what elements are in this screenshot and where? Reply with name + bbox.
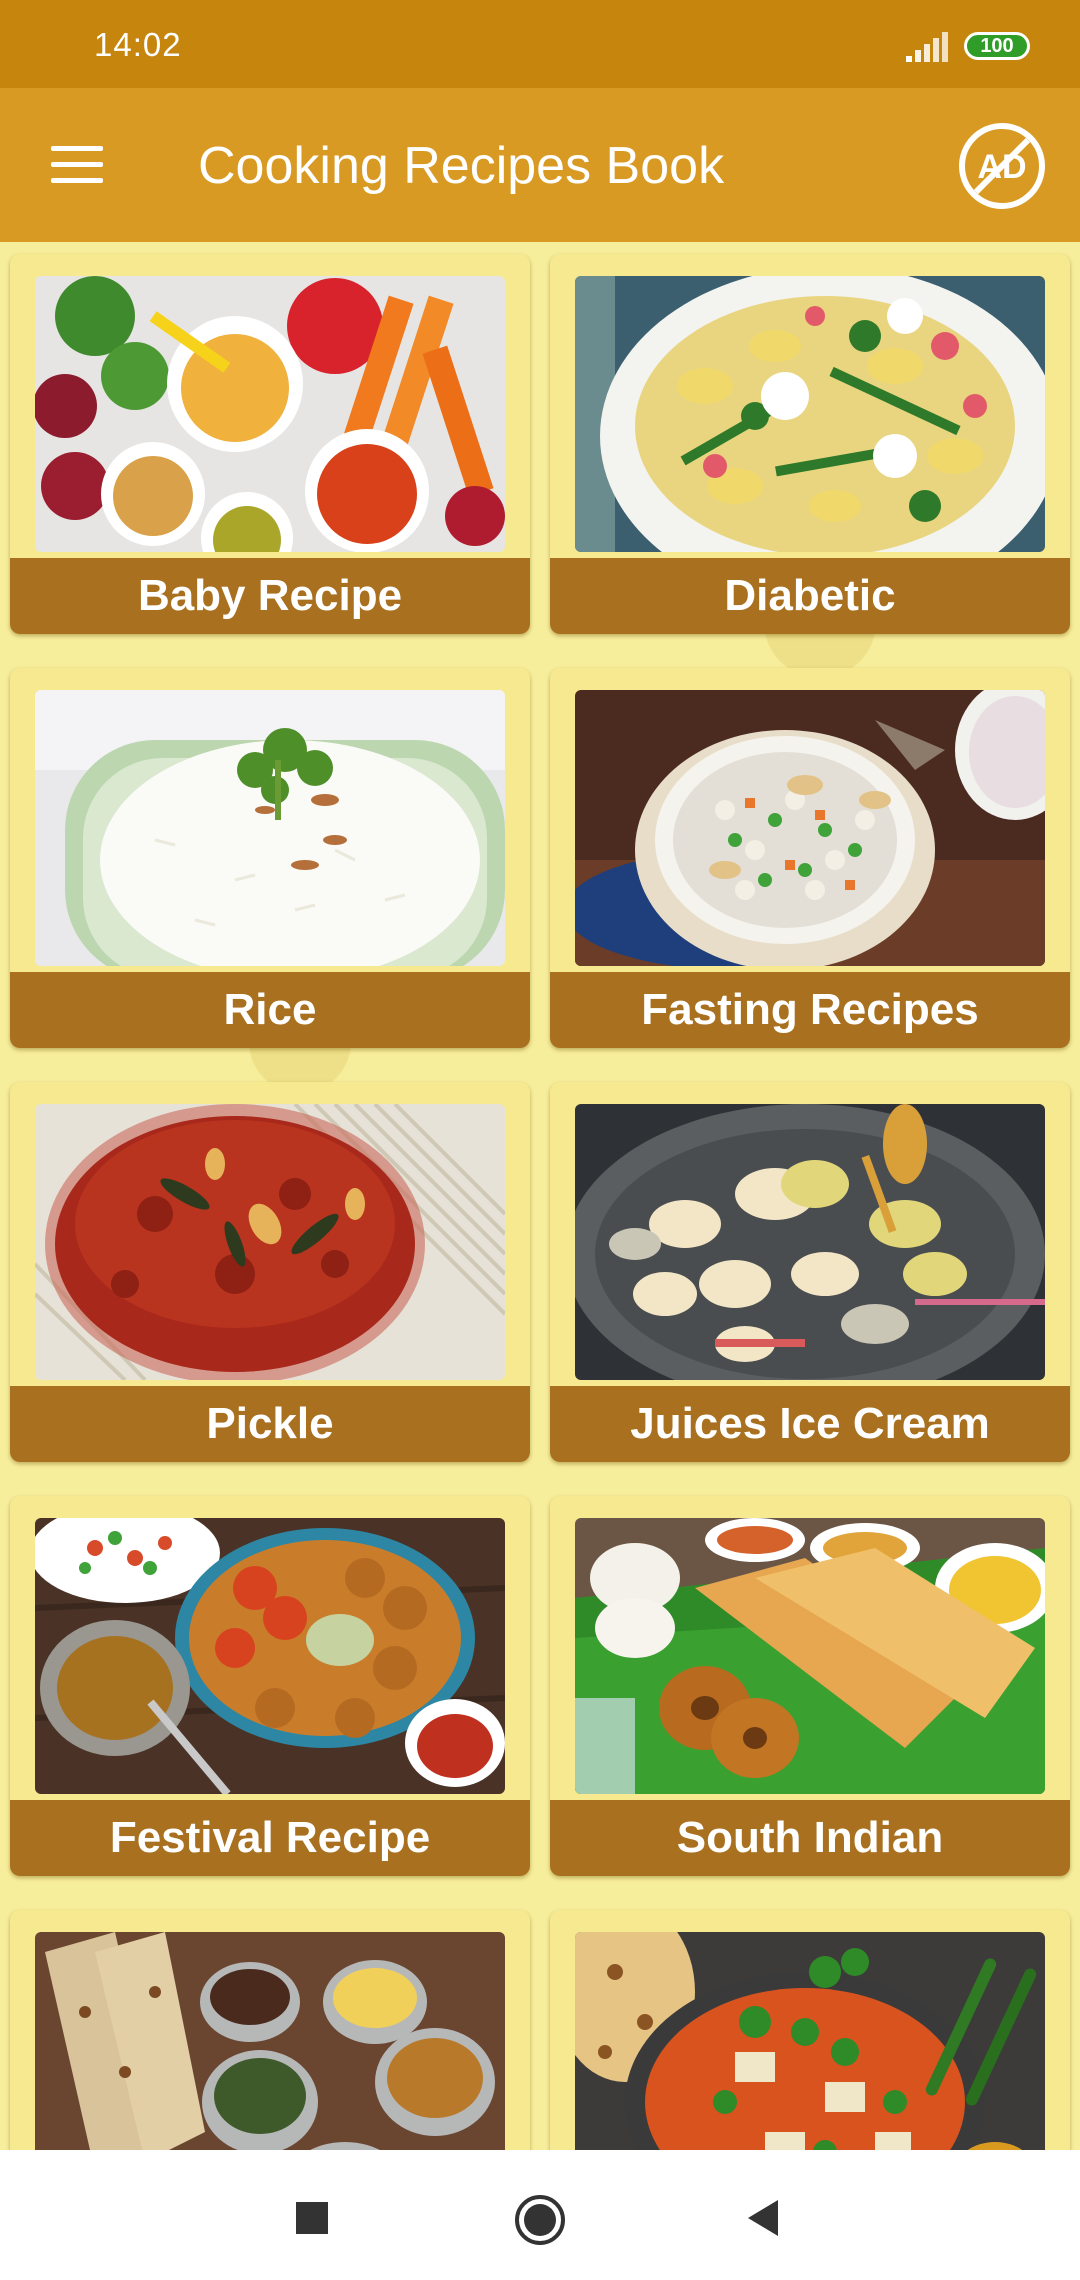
festival-platter-photo <box>35 1518 505 1794</box>
status-bar: 14:02 100 <box>0 0 1080 88</box>
battery-icon: 100 <box>964 32 1030 60</box>
category-label: Diabetic <box>550 558 1070 634</box>
category-label: Fasting Recipes <box>550 972 1070 1048</box>
paneer-curry-photo <box>575 1932 1045 2150</box>
category-grid: Baby Recipe Diabetic Rice Fasting Recipe… <box>0 242 1080 2150</box>
rice-bowl-photo <box>35 690 505 966</box>
sabudana-khichdi-photo <box>575 690 1045 966</box>
category-card-diabetic[interactable]: Diabetic <box>550 254 1070 634</box>
baby-food-photo <box>35 276 505 552</box>
category-card-rice[interactable]: Rice <box>10 668 530 1048</box>
app-bar: Cooking Recipes Book AD <box>0 88 1080 242</box>
status-time: 14:02 <box>94 26 182 63</box>
no-ad-text: AD <box>977 148 1026 186</box>
category-label: Rice <box>10 972 530 1048</box>
back-triangle-icon[interactable] <box>742 2196 782 2240</box>
category-card-festival-recipe[interactable]: Festival Recipe <box>10 1496 530 1876</box>
naan-curries-photo <box>35 1932 505 2150</box>
dosa-idli-photo <box>575 1518 1045 1794</box>
pasta-salad-photo <box>575 276 1045 552</box>
category-card-baby-recipe[interactable]: Baby Recipe <box>10 254 530 634</box>
category-card-10[interactable] <box>550 1910 1070 2150</box>
page-title: Cooking Recipes Book <box>198 137 725 195</box>
category-label: Pickle <box>10 1386 530 1462</box>
category-card-juices-ice-cream[interactable]: Juices Ice Cream <box>550 1082 1070 1462</box>
category-card-south-indian[interactable]: South Indian <box>550 1496 1070 1876</box>
recents-square-icon[interactable] <box>292 2198 332 2238</box>
category-label: Juices Ice Cream <box>550 1386 1070 1462</box>
battery-level: 100 <box>980 35 1014 57</box>
category-card-9[interactable] <box>10 1910 530 2150</box>
category-label: South Indian <box>550 1800 1070 1876</box>
no-ad-icon[interactable]: AD <box>958 122 1046 210</box>
category-card-pickle[interactable]: Pickle <box>10 1082 530 1462</box>
category-label: Festival Recipe <box>10 1800 530 1876</box>
system-nav-bar <box>0 2150 1080 2280</box>
signal-icon <box>906 32 948 62</box>
kulfi-plate-photo <box>575 1104 1045 1380</box>
pickle-jar-photo <box>35 1104 505 1380</box>
category-card-fasting-recipes[interactable]: Fasting Recipes <box>550 668 1070 1048</box>
category-label: Baby Recipe <box>10 558 530 634</box>
home-circle-icon[interactable] <box>512 2192 568 2248</box>
hamburger-menu-icon[interactable] <box>36 128 116 200</box>
